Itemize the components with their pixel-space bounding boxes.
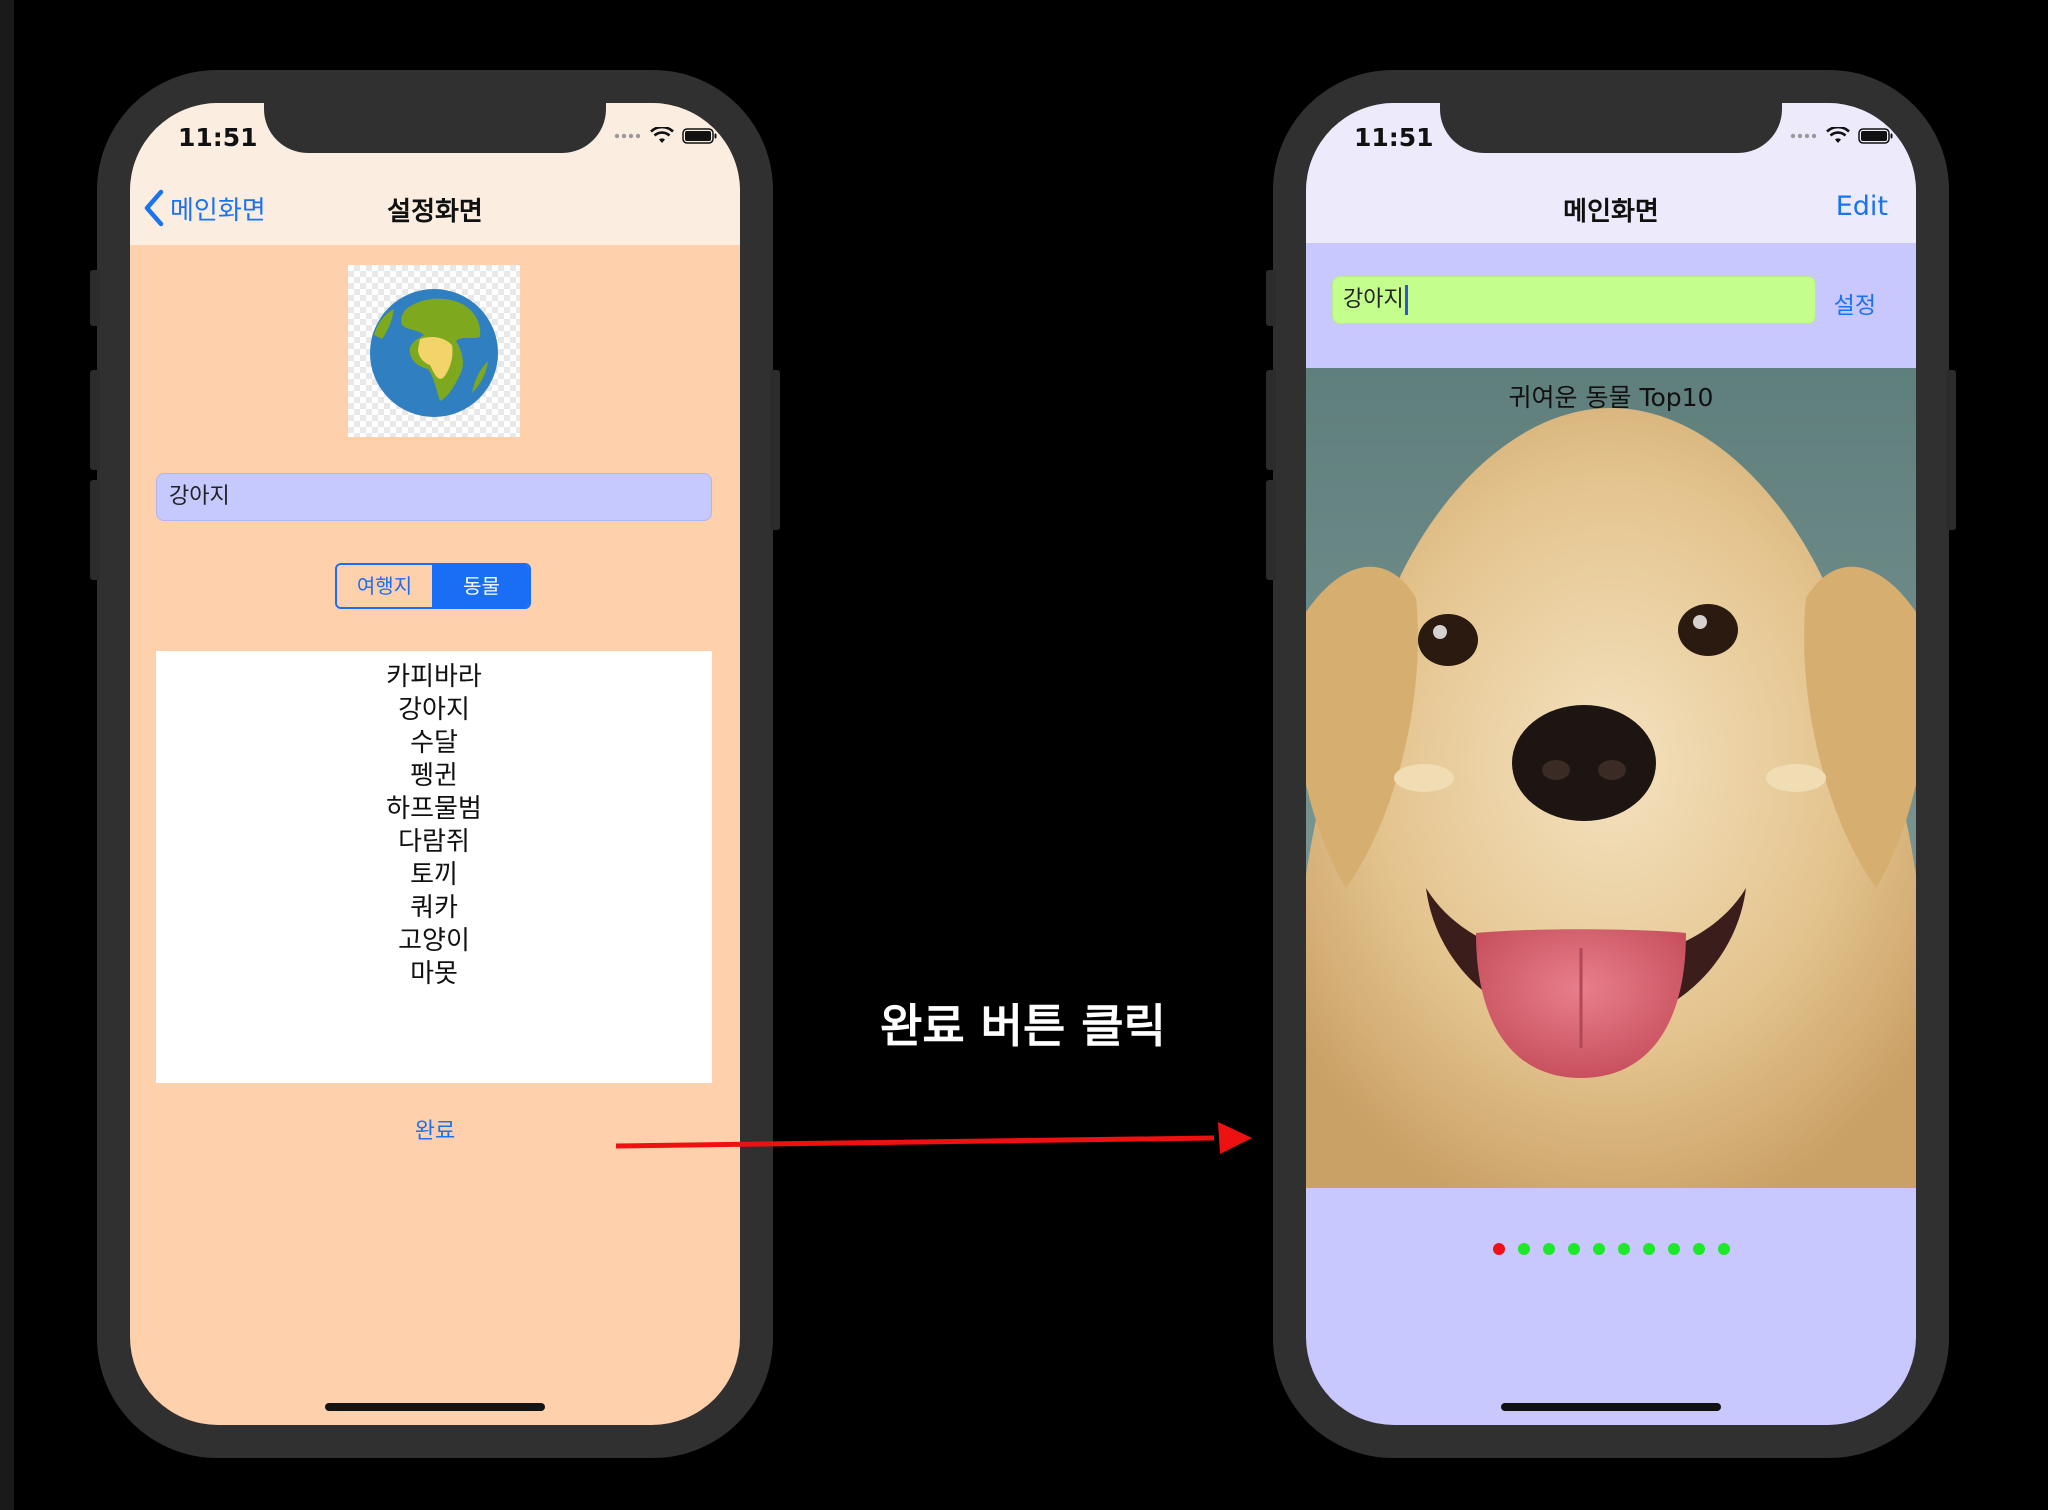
name-text-field[interactable]: 강아지 xyxy=(156,473,712,521)
photo-caption: 귀여운 동물 Top10 xyxy=(1508,383,1714,412)
page-dot[interactable] xyxy=(1617,1243,1630,1255)
picker-item[interactable]: 고양이 xyxy=(156,925,712,958)
settings-button[interactable]: 설정 xyxy=(1834,286,1876,320)
page-dot[interactable] xyxy=(1692,1243,1705,1255)
page-dot[interactable] xyxy=(1717,1243,1730,1255)
side-button xyxy=(770,370,780,530)
status-icons xyxy=(1790,127,1894,145)
page-dot[interactable] xyxy=(1492,1243,1505,1255)
mute-switch xyxy=(90,270,100,326)
signal-dots-icon xyxy=(1790,133,1817,139)
wifi-icon xyxy=(1826,127,1850,143)
picker-item[interactable]: 다람쥐 xyxy=(156,826,712,859)
status-time: 11:51 xyxy=(1354,123,1434,152)
picker-item[interactable]: 쿼카 xyxy=(156,892,712,925)
nav-title: 메인화면 xyxy=(1563,197,1659,227)
annotation-label: 완료 버튼 클릭 xyxy=(880,999,1166,1053)
main-screen: 11:51 메인화면 Edit 강아지 설정 귀여운 동물 Top10 xyxy=(1306,103,1916,1425)
page-dot[interactable] xyxy=(1517,1243,1530,1255)
status-time: 11:51 xyxy=(178,123,258,152)
picker-item[interactable]: 토끼 xyxy=(156,859,712,892)
signal-dots-icon xyxy=(614,133,641,139)
globe-image xyxy=(348,265,520,437)
side-button xyxy=(1946,370,1956,530)
animal-picker[interactable]: 카피바라 강아지 수달 펭귄 하프물범 다람쥐 토끼 쿼카 고양이 마못 xyxy=(156,651,712,1083)
battery-icon xyxy=(1858,128,1893,144)
text-cursor xyxy=(1404,285,1408,315)
window-edge xyxy=(0,0,14,1510)
edit-button[interactable]: Edit xyxy=(1836,191,1888,222)
text-field-value: 강아지 xyxy=(1343,287,1404,312)
picker-item[interactable]: 카피바라 xyxy=(156,661,712,694)
mute-switch xyxy=(1266,270,1276,326)
page-dot[interactable] xyxy=(1667,1243,1680,1255)
home-indicator[interactable] xyxy=(325,1403,545,1411)
picker-item[interactable]: 강아지 xyxy=(156,694,712,727)
segment-travel[interactable]: 여행지 xyxy=(337,565,434,607)
picker-list: 카피바라 강아지 수달 펭귄 하프물범 다람쥐 토끼 쿼카 고양이 마못 xyxy=(156,651,712,991)
home-indicator[interactable] xyxy=(1501,1403,1721,1411)
picker-item[interactable]: 수달 xyxy=(156,727,712,760)
picker-item[interactable]: 하프물범 xyxy=(156,793,712,826)
picker-item[interactable]: 마못 xyxy=(156,958,712,991)
page-dot[interactable] xyxy=(1642,1243,1655,1255)
globe-icon xyxy=(370,289,498,417)
battery-icon xyxy=(682,128,717,144)
category-segmented-control[interactable]: 여행지 동물 xyxy=(335,563,531,609)
puppy-image xyxy=(1306,368,1916,1188)
page-dot[interactable] xyxy=(1542,1243,1555,1255)
notch xyxy=(1440,103,1782,153)
volume-up-button xyxy=(90,370,100,470)
volume-up-button xyxy=(1266,370,1276,470)
search-text-field[interactable]: 강아지 xyxy=(1332,276,1816,324)
picker-item[interactable]: 펭귄 xyxy=(156,760,712,793)
wifi-icon xyxy=(650,127,674,143)
nav-title: 설정화면 xyxy=(387,197,483,227)
status-icons xyxy=(614,127,718,145)
volume-down-button xyxy=(1266,480,1276,580)
phone-main-screen: 11:51 메인화면 Edit 강아지 설정 귀여운 동물 Top10 xyxy=(1266,70,1956,1458)
page-control[interactable] xyxy=(1306,1243,1916,1255)
page-dot[interactable] xyxy=(1592,1243,1605,1255)
segment-animal[interactable]: 동물 xyxy=(434,565,529,607)
phone-settings-screen: 11:51 메인화면 설정화면 강아지 여행지 동물 카피바라 강아지 수달 펭… xyxy=(90,70,780,1458)
arrow-icon xyxy=(615,1122,1252,1154)
puppy-photo[interactable] xyxy=(1306,368,1916,1188)
page-dot[interactable] xyxy=(1567,1243,1580,1255)
notch xyxy=(264,103,606,153)
volume-down-button xyxy=(90,480,100,580)
settings-screen: 11:51 메인화면 설정화면 강아지 여행지 동물 카피바라 강아지 수달 펭… xyxy=(130,103,740,1425)
